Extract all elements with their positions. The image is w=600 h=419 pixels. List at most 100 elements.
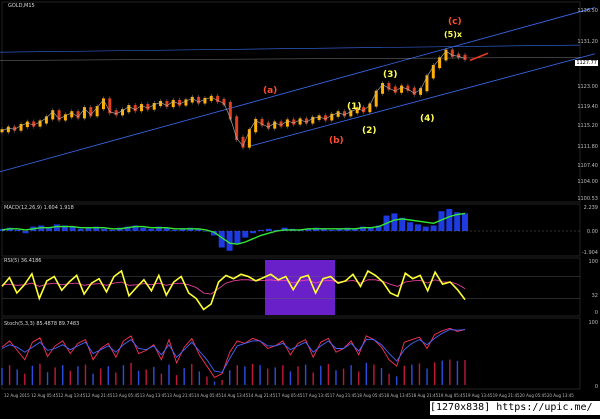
- date-tick-1: 12 Aug 05:45: [31, 393, 59, 398]
- current-price: 1127.77: [575, 60, 598, 66]
- candle-42: [266, 122, 270, 129]
- macd-bar-19: [148, 228, 155, 231]
- y-tick-7: 1107.40: [577, 163, 598, 169]
- wave-label-c: (c): [448, 17, 462, 27]
- macd-bar-34: [265, 228, 272, 231]
- macd-bar-30: [234, 231, 241, 245]
- stoch-tick-bottom: 0: [594, 384, 598, 390]
- macd-bar-32: [250, 231, 257, 234]
- rsi-title: RSI(5) 36.4186: [4, 258, 42, 264]
- chart-root: GOLD,M15 MACD(12,26,9) 1.604 1.918 RSI(5…: [0, 0, 600, 415]
- candle-4: [25, 121, 29, 128]
- candle-48: [304, 118, 308, 124]
- candle-51: [323, 115, 327, 121]
- date-tick-17: 19 Aug 13:45: [465, 393, 493, 398]
- candle-26: [165, 100, 169, 108]
- price-level-line: [0, 57, 581, 61]
- macd-bar-3: [22, 231, 29, 234]
- y-tick-9: 1100.53: [577, 196, 598, 202]
- macd-tick-top: 2.239: [583, 205, 598, 211]
- candle-0: [0, 129, 4, 133]
- date-tick-10: 17 Aug 05:45: [275, 393, 303, 398]
- candle-44: [279, 121, 283, 127]
- candle-7: [44, 116, 48, 124]
- date-tick-16: 19 Aug 05:45: [438, 393, 466, 398]
- watermark: [1270x838] https://upic.me/: [430, 401, 600, 415]
- chart-svg: [0, 1, 596, 390]
- rsi-tick-bottom: 0: [594, 310, 598, 316]
- date-tick-15: 18 Aug 21:45: [411, 393, 439, 398]
- y-tick-3: 1123.00: [577, 84, 598, 90]
- main-title: GOLD,M15: [8, 3, 35, 9]
- date-tick-8: 14 Aug 13:45: [221, 393, 249, 398]
- y-tick-6: 1111.80: [577, 144, 598, 150]
- price-line: [1, 50, 466, 147]
- date-tick-2: 12 Aug 13:45: [58, 393, 86, 398]
- y-tick-1: 1136.50: [577, 8, 598, 14]
- candle-54: [342, 111, 346, 117]
- stoch-tick-top: 100: [588, 320, 598, 326]
- horizontal-level: [0, 44, 581, 53]
- y-tick-4: 1119.40: [577, 104, 598, 110]
- rsi-tick-top: 100: [588, 259, 598, 265]
- candle-39: [247, 129, 251, 148]
- projection-arrow: [469, 52, 489, 62]
- candle-27: [171, 99, 175, 108]
- candle-31: [197, 96, 201, 104]
- macd-tick-zero: 0.00: [586, 229, 598, 235]
- candle-5: [32, 121, 36, 127]
- wave-label-b: (b): [329, 136, 344, 146]
- macd-bar-53: [414, 224, 421, 231]
- wave-label-a: (a): [263, 86, 278, 96]
- candle-46: [292, 119, 296, 125]
- candle-22: [140, 104, 144, 112]
- candle-72: [457, 53, 461, 58]
- candle-11: [70, 111, 74, 118]
- rsi-line: [1, 269, 466, 311]
- candle-73: [463, 54, 467, 60]
- date-tick-0: 12 Aug 2015: [4, 393, 30, 398]
- rsi-highlight-zone: [265, 260, 335, 315]
- candle-59: [374, 90, 378, 107]
- date-tick-13: 18 Aug 05:45: [356, 393, 384, 398]
- wave-label-2: (2): [362, 126, 377, 136]
- candle-32: [203, 97, 207, 104]
- macd-bar-57: [446, 209, 453, 231]
- date-tick-6: 13 Aug 21:45: [166, 393, 194, 398]
- candle-45: [285, 119, 289, 127]
- wave-label-5x: (5)x: [444, 30, 463, 39]
- macd-bar-54: [422, 226, 429, 231]
- candle-12: [76, 111, 80, 119]
- macd-bar-31: [242, 231, 249, 238]
- candle-17: [108, 98, 112, 114]
- candle-30: [190, 96, 194, 103]
- macd-tick-bottom: -1.904: [581, 250, 598, 256]
- y-tick-8: 1104.00: [577, 179, 598, 185]
- macd-bar-52: [407, 222, 414, 231]
- macd-bar-10: [77, 228, 84, 231]
- candle-1: [6, 126, 10, 133]
- date-tick-12: 17 Aug 21:45: [329, 393, 357, 398]
- pane-frame-0: [1, 1, 581, 203]
- y-tick-2: 1131.20: [577, 39, 598, 45]
- date-tick-4: 13 Aug 05:45: [112, 393, 140, 398]
- date-tick-19: 20 Aug 05:45: [519, 393, 547, 398]
- candle-62: [393, 86, 397, 93]
- date-tick-3: 12 Aug 21:45: [85, 393, 113, 398]
- candle-50: [317, 115, 321, 120]
- rsi-tick-mid: 32: [591, 293, 598, 299]
- date-tick-14: 18 Aug 13:45: [384, 393, 411, 398]
- date-tick-5: 13 Aug 13:45: [139, 393, 167, 398]
- candle-20: [127, 105, 131, 113]
- candle-18: [114, 110, 118, 116]
- macd-bar-7: [53, 224, 60, 231]
- stoch-title: Stoch(5,3,3) 85.4878 89.7483: [4, 321, 80, 327]
- macd-title: MACD(12,26,9) 1.604 1.918: [4, 205, 74, 211]
- candle-23: [146, 104, 150, 110]
- channel-lower: [249, 53, 596, 147]
- candle-65: [412, 87, 416, 95]
- candle-36: [228, 101, 232, 120]
- candle-63: [400, 85, 404, 93]
- macd-bar-13: [101, 228, 108, 231]
- date-tick-7: 14 Aug 05:45: [194, 393, 221, 398]
